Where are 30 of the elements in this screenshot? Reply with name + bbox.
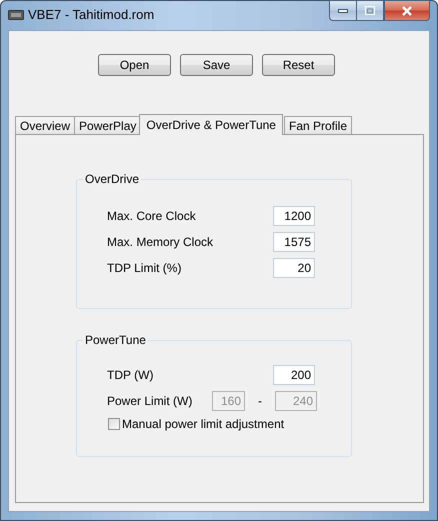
- tab[interactable]: Fan Profile: [284, 116, 352, 134]
- field-label: Max. Memory Clock: [107, 235, 214, 249]
- open-button[interactable]: Open: [98, 54, 171, 76]
- input-field[interactable]: 1575: [273, 232, 315, 252]
- input-field[interactable]: 200: [273, 365, 315, 385]
- app-icon: [8, 10, 24, 20]
- maximize-button[interactable]: [356, 0, 384, 21]
- checkbox[interactable]: [108, 418, 120, 430]
- input-field[interactable]: 20: [273, 258, 315, 278]
- close-button[interactable]: [384, 0, 430, 21]
- field-label: TDP (W): [107, 368, 154, 382]
- reset-button[interactable]: Reset: [262, 54, 335, 76]
- manual-limit-checkbox[interactable]: Manual power limit adjustment: [108, 417, 351, 431]
- group-title: PowerTune: [84, 333, 147, 347]
- minimize-button[interactable]: [329, 0, 356, 21]
- save-button[interactable]: Save: [180, 54, 253, 76]
- input-field[interactable]: 1200: [273, 206, 315, 226]
- field-label: Power Limit (W): [107, 394, 194, 408]
- field-label: Max. Core Clock: [107, 209, 197, 223]
- maximize-icon: [365, 6, 375, 15]
- range-separator: -: [257, 394, 263, 408]
- tab[interactable]: Overview: [15, 116, 76, 134]
- field-label: TDP Limit (%): [107, 261, 182, 275]
- tab[interactable]: PowerPlay: [74, 116, 142, 134]
- window-title: VBE7 - Tahitimod.rom: [28, 7, 154, 22]
- close-icon: [401, 6, 413, 16]
- minimize-icon: [338, 8, 348, 12]
- group-title: OverDrive: [84, 172, 140, 186]
- checkbox-label: Manual power limit adjustment: [122, 417, 284, 431]
- tab[interactable]: OverDrive & PowerTune: [139, 114, 283, 135]
